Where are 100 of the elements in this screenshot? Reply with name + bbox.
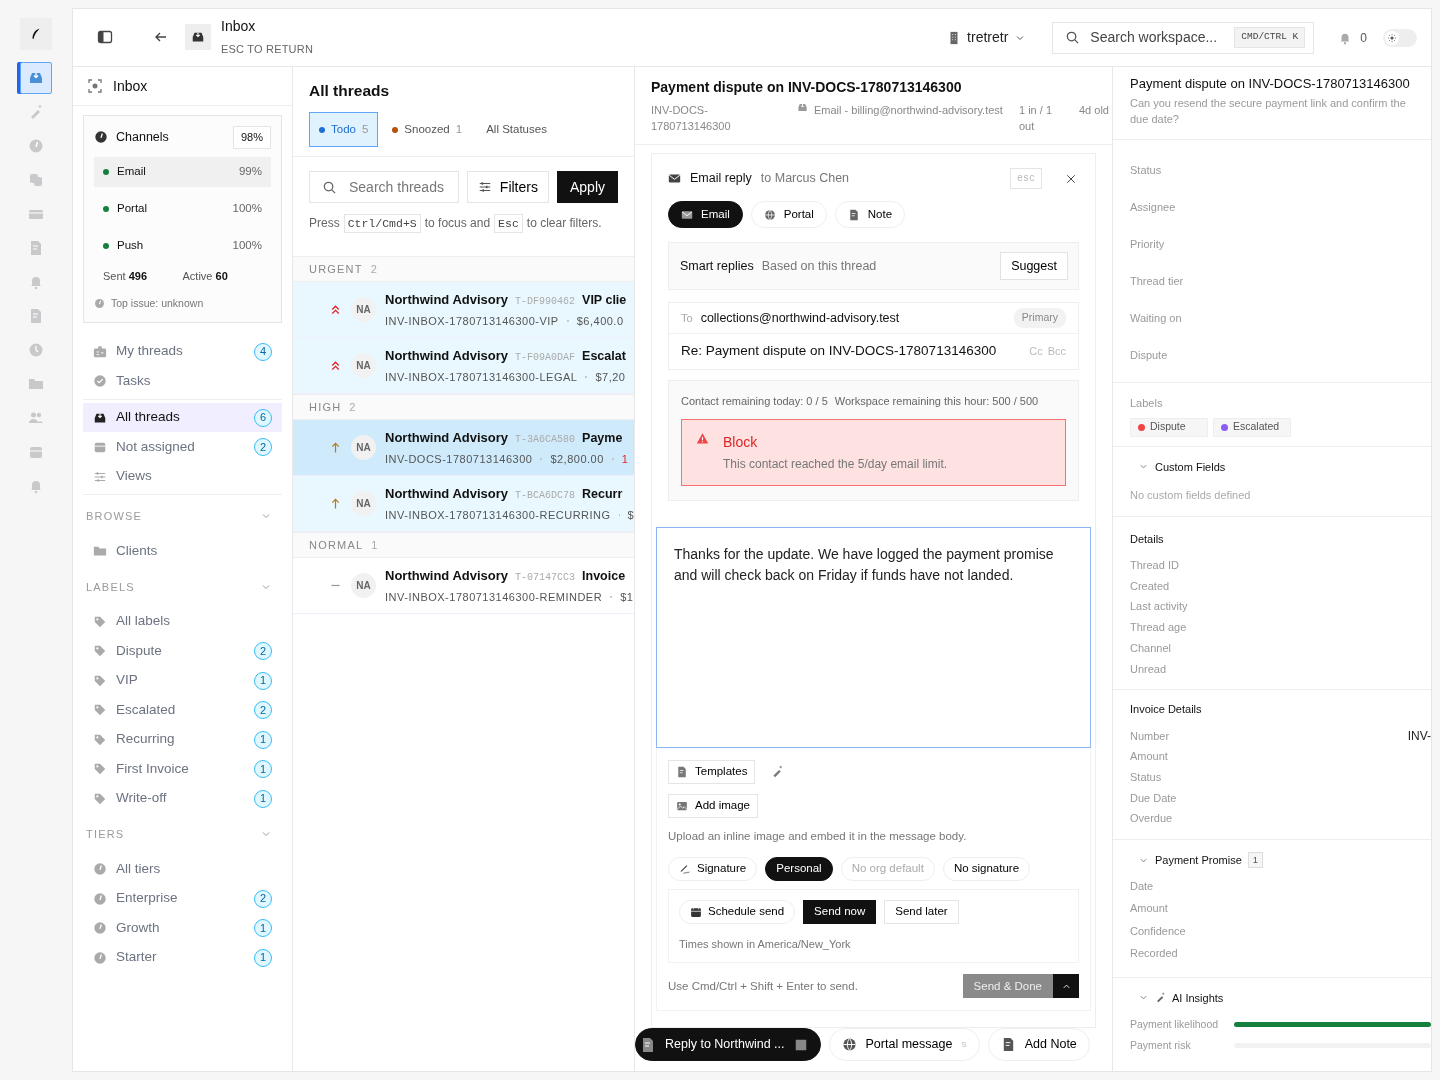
section-toggle[interactable]: Payment Promise: [1138, 852, 1242, 869]
count-badge: 4: [254, 342, 272, 361]
overdue-text: 1: [621, 451, 629, 467]
invoice-number: INV-INBOX-1780713146300-VIP: [385, 313, 559, 329]
page-subtitle: ESC TO RETURN: [221, 41, 314, 57]
nav-item[interactable]: Recurring 1: [83, 724, 282, 755]
timezone-text: Times shown in America/New_York: [679, 936, 852, 952]
apply-button[interactable]: Apply: [556, 171, 618, 203]
nav-item[interactable]: My threads 4: [83, 336, 282, 367]
search-icon: [1065, 30, 1081, 45]
thread-row[interactable]: NA Northwind Advisory T-BCA6DC78 Recurr INV-INBOX-1780713146300-RECURRING $: [293, 476, 634, 532]
tag-icon: [93, 644, 107, 658]
list-title: All threads: [309, 81, 391, 101]
nav-item[interactable]: All labels: [83, 606, 282, 637]
nav-item[interactable]: Views: [83, 461, 282, 492]
nav-item[interactable]: Starter 1: [83, 942, 282, 973]
double-chevron-up-icon: [329, 359, 342, 372]
search-field[interactable]: Search workspace... CMD/CTRL K: [1052, 21, 1315, 54]
workspace-switcher[interactable]: tretretr: [941, 26, 1033, 49]
nav-item[interactable]: Dispute 2: [83, 636, 282, 666]
message-body-field[interactable]: Thanks for the update. We have logged the payment promise and will check back on Friday if funds have not landed.: [656, 526, 1091, 748]
amount-text: $6,400.0: [576, 313, 624, 329]
signature-button[interactable]: Signature: [668, 856, 758, 881]
suggest-button[interactable]: Suggest: [1000, 252, 1068, 280]
channel-row[interactable]: Email 99%: [94, 156, 271, 187]
section-toggle[interactable]: Custom Fields: [1138, 458, 1226, 475]
id-badge-icon: [93, 344, 107, 359]
theme-toggle[interactable]: [1383, 28, 1417, 47]
thread-row[interactable]: NA Northwind Advisory T-3A6CA580 Payme INV-DOCS-1780713146300 $2,800.00 1: [293, 420, 634, 476]
nav-item[interactable]: All tiers: [83, 854, 282, 884]
thread-id: T-F09A0DAF: [515, 350, 576, 365]
nav-item[interactable]: First Invoice 1: [83, 754, 282, 784]
empty-text: No custom fields defined: [1130, 488, 1252, 503]
status-tab[interactable]: Todo 5: [309, 112, 379, 148]
tag-icon: [93, 703, 107, 717]
group-label: HIGH: [309, 399, 342, 415]
group-label: NORMAL: [309, 537, 364, 553]
nav-item[interactable]: Escalated 2: [83, 695, 282, 725]
channel-percent: 100%: [232, 237, 262, 253]
nav-item[interactable]: Not assigned 2: [83, 432, 282, 462]
document-icon: [640, 1036, 656, 1053]
nav-item[interactable]: VIP 1: [83, 665, 282, 696]
field-label: Dispute: [1130, 348, 1168, 364]
thread-row[interactable]: NA Northwind Advisory T-07147CC3 Invoice INV-INBOX-1780713146300-REMINDER $1: [293, 558, 634, 614]
meta-text: Email - billing@northwind-advisory.test: [814, 103, 1003, 118]
schedule-send-button[interactable]: Schedule send: [679, 899, 796, 924]
mode-tab[interactable]: Email: [668, 201, 743, 228]
notifications-button[interactable]: 0: [1336, 26, 1369, 49]
send-timing-option[interactable]: Send now: [803, 899, 877, 924]
label-text: Escalated: [1233, 419, 1280, 435]
client-name: Northwind Advisory: [385, 428, 509, 447]
action-button[interactable]: Reply to Northwind ...: [635, 1028, 821, 1062]
field-label: To: [681, 310, 693, 326]
nav-item[interactable]: Write-off 1: [83, 783, 282, 814]
client-name: Northwind Advisory: [385, 566, 509, 585]
channel-row[interactable]: Portal 100%: [94, 193, 271, 224]
nav-item[interactable]: Growth 1: [83, 913, 282, 943]
status-tab[interactable]: Snoozed 1: [382, 112, 473, 148]
thread-row[interactable]: NA Northwind Advisory T-DF990462 VIP clie INV-INBOX-1780713146300-VIP $6,400.0: [293, 282, 634, 338]
field-value: INV-: [1407, 727, 1431, 745]
send-timing-option[interactable]: Send later: [884, 899, 959, 924]
rail-button[interactable]: [20, 62, 52, 94]
search-icon: [322, 179, 337, 195]
field-label: Amount: [1130, 749, 1168, 765]
gauge-icon: [94, 130, 108, 145]
section-toggle[interactable]: AI Insights: [1138, 989, 1224, 1007]
nav-item[interactable]: Tasks: [83, 366, 282, 396]
field-label: Assignee: [1130, 200, 1176, 216]
nav-item[interactable]: Clients: [83, 536, 282, 566]
more-send-options-button[interactable]: [1053, 974, 1079, 999]
mode-tab[interactable]: Portal: [750, 201, 827, 228]
sun-icon: [1387, 32, 1397, 43]
channel-row[interactable]: Push 100%: [94, 230, 271, 261]
channel-name: Push: [117, 237, 144, 253]
stop-square-icon: [793, 1037, 808, 1052]
thread-id: T-DF990462: [515, 294, 576, 309]
filters-button[interactable]: Filters: [466, 171, 549, 203]
field-label: Thread ID: [1130, 558, 1179, 574]
signature-option[interactable]: Personal: [765, 856, 833, 881]
field-label: Last activity: [1130, 599, 1188, 615]
meta-text: 4d old: [1079, 103, 1109, 118]
check-circle-icon: [93, 374, 107, 388]
amount-text: $2,800.00: [550, 451, 604, 467]
signature-option[interactable]: No signature: [942, 856, 1031, 881]
mode-tab[interactable]: Note: [834, 201, 906, 228]
templates-button[interactable]: Templates: [668, 759, 756, 784]
alert-title: Block: [723, 432, 759, 452]
group-count: 1: [371, 537, 379, 553]
field-label: Priority: [1130, 237, 1165, 253]
count-badge: 1: [1247, 852, 1264, 869]
add-image-button[interactable]: Add image: [668, 793, 758, 818]
search-field[interactable]: Search threads: [309, 171, 459, 203]
nav-item[interactable]: Enterprise 2: [83, 883, 282, 914]
status-tab[interactable]: All Statuses: [476, 112, 557, 148]
gauge-icon: [28, 138, 44, 154]
nav-item[interactable]: All threads 6: [83, 402, 282, 433]
action-button[interactable]: Add Note: [987, 1028, 1090, 1062]
thread-id: T-3A6CA580: [515, 432, 576, 447]
thread-row[interactable]: NA Northwind Advisory T-F09A0DAF Escalat INV-INBOX-1780713146300-LEGAL $7,20: [293, 338, 634, 394]
document-icon: [28, 240, 44, 256]
